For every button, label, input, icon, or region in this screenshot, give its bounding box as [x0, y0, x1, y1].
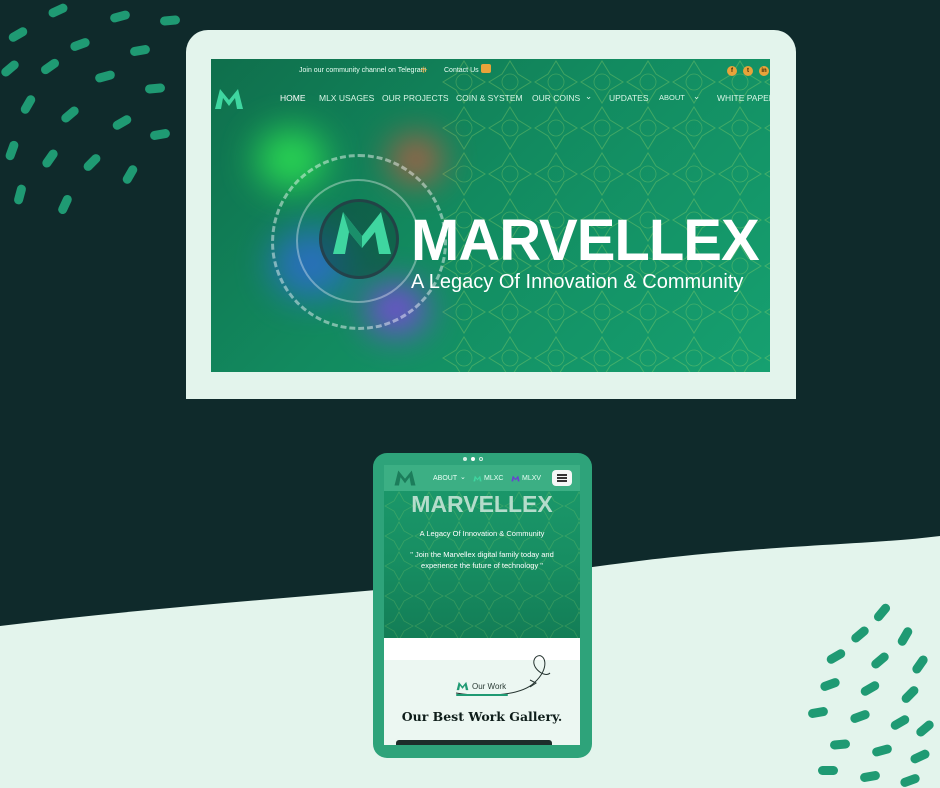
- desktop-topbar: Join our community channel on Telegram ⁜…: [211, 59, 770, 83]
- desktop-screen: Join our community channel on Telegram ⁜…: [211, 59, 770, 372]
- nav-our-coins[interactable]: OUR COINS: [532, 93, 580, 103]
- nav-home[interactable]: HOME: [280, 93, 306, 103]
- hamburger-menu-icon[interactable]: [552, 470, 572, 486]
- chat-icon[interactable]: [481, 64, 491, 73]
- telegram-text[interactable]: Join our community channel on Telegram: [299, 67, 427, 74]
- desktop-monitor-frame: Join our community channel on Telegram ⁜…: [186, 30, 796, 399]
- tablet-frame: ABOUT ⌄ MLXC MLXV MARVELLEX A Legacy Of …: [373, 453, 592, 758]
- gallery-preview-strip: [396, 740, 552, 745]
- tablet-logo-icon[interactable]: [392, 469, 418, 487]
- contact-link[interactable]: Contact Us: [444, 67, 479, 74]
- telegram-icon[interactable]: ⁜: [420, 65, 428, 76]
- chevron-down-icon[interactable]: ⌄: [585, 91, 592, 102]
- nav-coin-system[interactable]: COIN & SYSTEM: [456, 93, 523, 103]
- mlxv-coin-icon: [511, 475, 520, 482]
- tablet-nav-mlxv[interactable]: MLXV: [522, 475, 541, 482]
- hero-subtitle: A Legacy Of Innovation & Community: [411, 271, 744, 293]
- tablet-navbar: ABOUT ⌄ MLXC MLXV: [384, 465, 580, 491]
- tablet-hero-subtitle: A Legacy Of Innovation & Community: [419, 529, 545, 538]
- nav-updates[interactable]: UPDATES: [609, 93, 649, 103]
- facebook-icon[interactable]: f: [727, 66, 737, 76]
- linkedin-icon[interactable]: in: [759, 66, 769, 76]
- twitter-icon[interactable]: t: [743, 66, 753, 76]
- chevron-down-icon[interactable]: ⌄: [460, 473, 466, 481]
- tablet-screen: ABOUT ⌄ MLXC MLXV MARVELLEX A Legacy Of …: [384, 465, 580, 745]
- tablet-nav-about[interactable]: ABOUT: [433, 475, 457, 482]
- nav-about[interactable]: ABOUT: [659, 93, 685, 102]
- carousel-dots[interactable]: [463, 457, 503, 462]
- nav-our-projects[interactable]: OUR PROJECTS: [382, 93, 449, 103]
- mlxc-coin-icon: [473, 475, 482, 482]
- section-label: Our Work: [472, 682, 507, 691]
- nav-mlx-usages[interactable]: MLX USAGES: [319, 93, 374, 103]
- tablet-hero-quote: " Join the Marvellex digital family toda…: [410, 550, 554, 570]
- tablet-hero-title: MARVELLEX: [411, 491, 553, 517]
- our-work-logo-icon: [456, 681, 469, 691]
- chevron-down-icon[interactable]: ⌄: [693, 91, 700, 102]
- tablet-nav-mlxc[interactable]: MLXC: [484, 475, 503, 482]
- hero-title: MARVELLEX: [411, 208, 760, 273]
- marvellex-emblem-icon: [333, 212, 391, 254]
- section-title: Our Best Work Gallery.: [401, 709, 563, 724]
- tablet-hero: ABOUT ⌄ MLXC MLXV MARVELLEX A Legacy Of …: [384, 465, 580, 638]
- nav-white-paper[interactable]: WHITE PAPER: [717, 93, 770, 103]
- site-logo-icon[interactable]: [214, 87, 244, 111]
- section-underline: [456, 694, 508, 696]
